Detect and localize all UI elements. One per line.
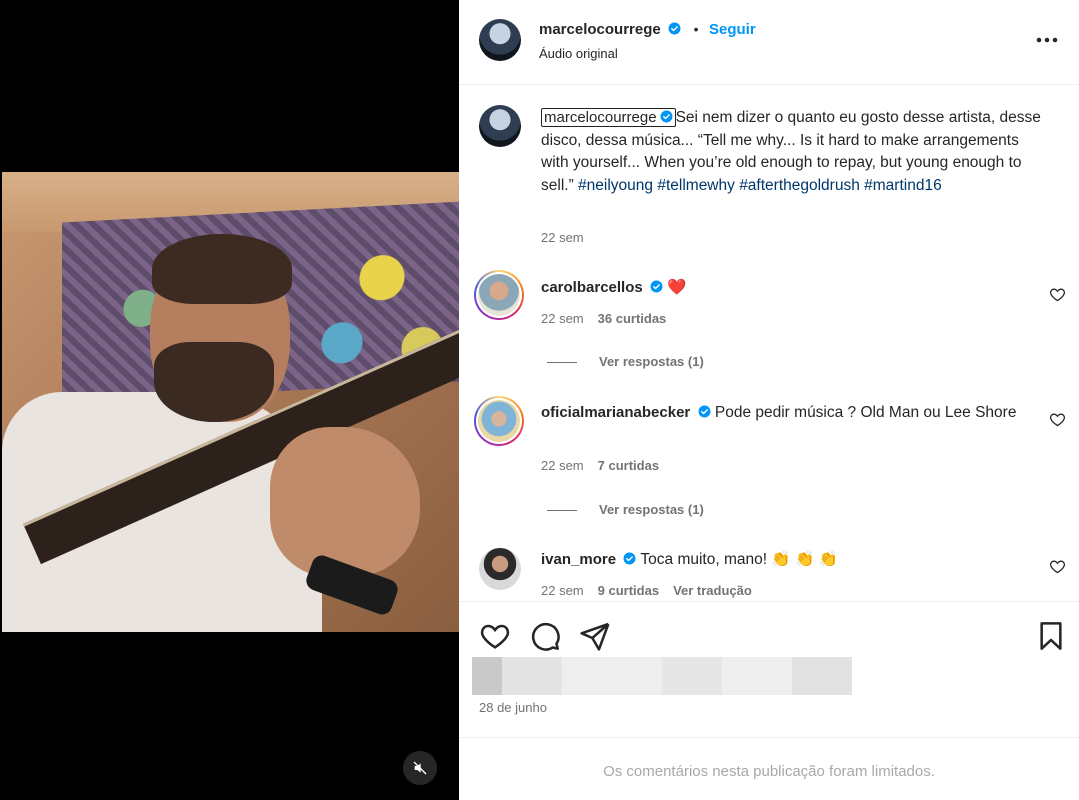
- story-ring[interactable]: [474, 270, 524, 320]
- view-replies-button[interactable]: Ver respostas (1): [547, 354, 704, 369]
- heart-icon[interactable]: [1049, 411, 1066, 428]
- video-person-hair: [152, 234, 292, 304]
- heart-icon[interactable]: [1049, 286, 1066, 303]
- avatar[interactable]: [479, 19, 521, 61]
- header-username[interactable]: marcelocourrege: [539, 21, 661, 38]
- hashtag-link[interactable]: #martind16: [864, 177, 942, 194]
- post-panel: marcelocourrege • Seguir Áudio original …: [459, 0, 1079, 800]
- more-icon[interactable]: [1033, 30, 1061, 50]
- comment-timestamp[interactable]: 22 sem: [541, 458, 584, 473]
- translate-link[interactable]: Ver tradução: [673, 583, 752, 598]
- caption-username[interactable]: marcelocourrege: [541, 108, 676, 127]
- post-header: marcelocourrege • Seguir Áudio original: [459, 0, 1079, 85]
- comment-meta: 22 sem 9 curtidas Ver tradução: [541, 583, 752, 598]
- comment-text: ivan_more Toca muito, mano! 👏 👏 👏: [541, 549, 1041, 572]
- post-date[interactable]: 28 de junho: [479, 700, 547, 715]
- muted-speaker-icon: [413, 761, 427, 775]
- comment-likes[interactable]: 9 curtidas: [598, 583, 659, 598]
- video-person-beard: [154, 342, 274, 422]
- heart-icon[interactable]: [479, 620, 511, 652]
- share-icon[interactable]: [579, 620, 611, 652]
- heart-icon[interactable]: [1049, 558, 1066, 575]
- comment-username[interactable]: oficialmarianabecker: [541, 404, 690, 421]
- follow-button[interactable]: Seguir: [709, 21, 756, 38]
- separator-dot: •: [693, 21, 699, 37]
- comment-body: Toca muito, mano! 👏 👏 👏: [640, 551, 838, 568]
- avatar[interactable]: [479, 105, 521, 147]
- story-ring[interactable]: [474, 396, 524, 446]
- bookmark-icon[interactable]: [1035, 620, 1067, 652]
- action-bar: 28 de junho: [459, 601, 1079, 738]
- hashtag-link[interactable]: #afterthegoldrush: [739, 177, 860, 194]
- audio-link[interactable]: Áudio original: [539, 46, 618, 61]
- likes-summary-blurred[interactable]: [472, 657, 852, 695]
- comment-username[interactable]: carolbarcellos: [541, 279, 643, 296]
- replies-divider: [547, 362, 577, 364]
- verified-badge-icon: [668, 22, 681, 35]
- post-media[interactable]: [0, 0, 459, 800]
- comment-likes[interactable]: 36 curtidas: [598, 311, 667, 326]
- comment-meta: 22 sem 7 curtidas: [541, 458, 659, 473]
- caption-text: marcelocourrege Sei nem dizer o quanto eu…: [541, 107, 1041, 197]
- avatar: [478, 400, 520, 442]
- verified-badge-icon: [650, 280, 663, 293]
- comment-likes[interactable]: 7 curtidas: [598, 458, 659, 473]
- hashtag-link[interactable]: #tellmewhy: [657, 177, 735, 194]
- comment-timestamp[interactable]: 22 sem: [541, 583, 584, 598]
- comment-text: oficialmarianabecker Pode pedir música ?…: [541, 402, 1041, 425]
- comments-limited-notice: Os comentários nesta publicação foram li…: [603, 763, 935, 780]
- verified-badge-icon: [698, 405, 711, 418]
- comment-text: carolbarcellos ❤️: [541, 277, 1041, 300]
- video-hand: [270, 427, 420, 577]
- comment-timestamp[interactable]: 22 sem: [541, 311, 584, 326]
- red-heart-emoji: ❤️: [667, 279, 687, 296]
- avatar[interactable]: [479, 548, 521, 590]
- view-replies-button[interactable]: Ver respostas (1): [547, 502, 704, 517]
- header-name-row: marcelocourrege • Seguir: [539, 21, 756, 39]
- comment-meta: 22 sem 36 curtidas: [541, 311, 666, 326]
- verified-badge-icon: [623, 552, 636, 565]
- mute-button[interactable]: [403, 751, 437, 785]
- comment-username[interactable]: ivan_more: [541, 551, 616, 568]
- replies-divider: [547, 510, 577, 512]
- video-frame[interactable]: [2, 172, 459, 632]
- caption-timestamp[interactable]: 22 sem: [541, 230, 584, 245]
- hashtag-link[interactable]: #neilyoung: [578, 177, 653, 194]
- avatar: [478, 274, 520, 316]
- comment-body: Pode pedir música ? Old Man ou Lee Shore: [714, 404, 1017, 421]
- comment-icon[interactable]: [529, 620, 561, 652]
- verified-badge-icon: [660, 110, 673, 123]
